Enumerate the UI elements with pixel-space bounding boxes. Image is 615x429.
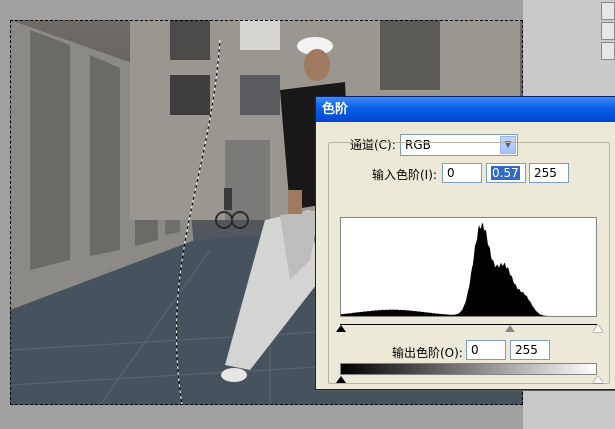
- panel-tab[interactable]: [601, 22, 615, 40]
- input-white-field[interactable]: 255: [529, 163, 569, 183]
- input-white-slider[interactable]: [593, 325, 603, 332]
- output-black-slider[interactable]: [336, 376, 346, 383]
- panel-tab[interactable]: [601, 2, 615, 20]
- dialog-title[interactable]: 色阶: [316, 97, 615, 122]
- output-levels-label: 输出色阶(O):: [392, 346, 463, 360]
- output-gradient: [340, 363, 597, 375]
- input-levels-label: 输入色阶(I):: [372, 168, 437, 182]
- histogram-plot: [341, 222, 596, 316]
- histogram-area: [341, 222, 596, 316]
- input-gamma-slider[interactable]: [504, 325, 515, 332]
- output-black-field[interactable]: 0: [466, 340, 506, 360]
- input-gamma-field[interactable]: 0.57: [486, 163, 526, 183]
- panel-tab[interactable]: [601, 42, 615, 60]
- histogram: [340, 217, 597, 317]
- input-black-slider[interactable]: [336, 325, 346, 332]
- dialog-body: 通道(C): RGB ▼ 输入色阶(I): 0 0.57 255 输出色阶(O)…: [316, 122, 615, 389]
- output-white-slider[interactable]: [593, 376, 603, 383]
- input-gamma-value: 0.57: [491, 166, 520, 180]
- input-slider-track: [340, 324, 597, 325]
- input-black-field[interactable]: 0: [442, 163, 482, 183]
- output-white-field[interactable]: 255: [510, 340, 550, 360]
- levels-dialog: 色阶 通道(C): RGB ▼ 输入色阶(I): 0 0.57 255 输出色阶…: [315, 96, 615, 390]
